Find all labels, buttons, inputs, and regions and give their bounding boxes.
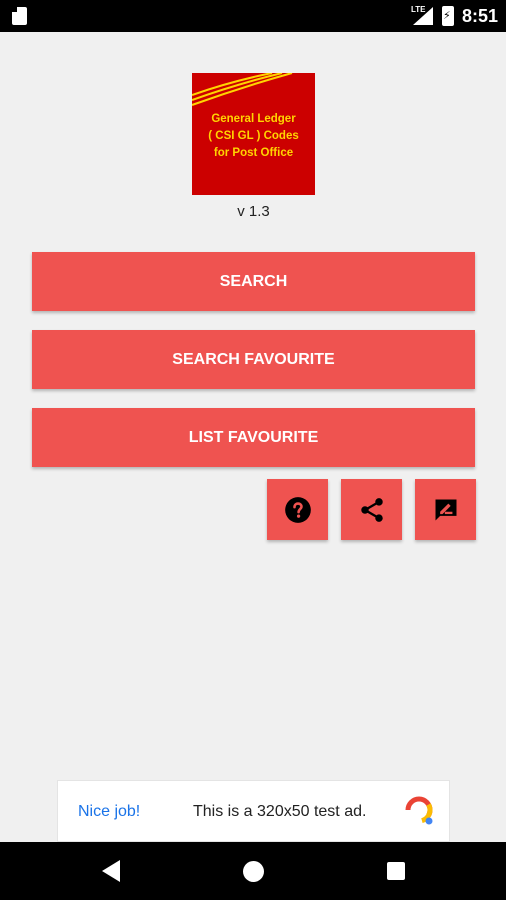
logo-line-2: ( CSI GL ) Codes (208, 130, 299, 142)
search-button[interactable]: SEARCH (32, 252, 475, 311)
feedback-button[interactable] (415, 479, 476, 540)
logo-text: General Ledger ( CSI GL ) Codes for Post… (192, 111, 315, 162)
status-bar: LTE 8:51 (0, 0, 506, 32)
help-button[interactable] (267, 479, 328, 540)
share-icon (360, 497, 383, 522)
back-icon[interactable] (102, 860, 122, 882)
help-icon (284, 496, 311, 523)
battery-icon (442, 6, 454, 26)
logo-stripes (192, 73, 293, 106)
recents-icon[interactable] (387, 862, 405, 880)
logo-line-1: General Ledger (211, 113, 296, 125)
signal-icon (413, 7, 433, 25)
ad-banner[interactable]: Nice job! This is a 320x50 test ad. (57, 780, 450, 842)
ad-text: This is a 320x50 test ad. (193, 803, 367, 820)
list-favourite-button[interactable]: LIST FAVOURITE (32, 408, 475, 467)
search-favourite-button[interactable]: SEARCH FAVOURITE (32, 330, 475, 389)
ad-choices-logo-icon (405, 796, 433, 825)
app-version: v 1.3 (237, 203, 270, 220)
ad-title: Nice job! (78, 803, 141, 820)
app-logo: General Ledger ( CSI GL ) Codes for Post… (192, 73, 315, 195)
app-screen: LTE 8:51 General Ledger ( CSI GL ) Codes… (0, 0, 506, 900)
navigation-bar (0, 842, 506, 900)
status-time: 8:51 (462, 6, 499, 26)
sd-card-icon (12, 7, 27, 25)
feedback-icon (435, 499, 456, 520)
logo-line-3: for Post Office (213, 147, 294, 159)
share-button[interactable] (341, 479, 402, 540)
home-icon[interactable] (243, 861, 264, 882)
